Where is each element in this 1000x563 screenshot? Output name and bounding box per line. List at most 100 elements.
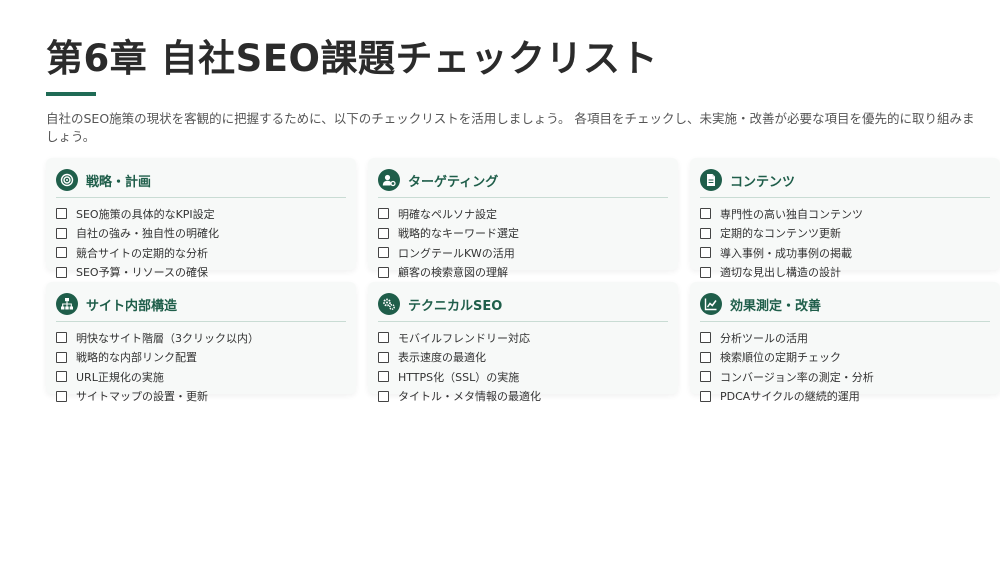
checklist-item-label: 自社の強み・独自性の明確化 [76,227,219,241]
card-header: 効果測定・改善 [700,292,990,322]
checklist-item[interactable]: 適切な見出し構造の設計 [700,263,990,283]
checklist-item[interactable]: タイトル・メタ情報の最適化 [378,387,668,407]
checklist-item-label: 専門性の高い独自コンテンツ [720,207,863,221]
checklist-item[interactable]: 検索順位の定期チェック [700,348,990,368]
checklist-item[interactable]: 明確なペルソナ設定 [378,204,668,224]
checklist-item[interactable]: HTTPS化（SSL）の実施 [378,367,668,387]
checklist: 明確なペルソナ設定 戦略的なキーワード選定 ロングテールKWの活用 顧客の検索意… [378,204,668,282]
checklist-item-label: 検索順位の定期チェック [720,351,841,365]
card-header: ターゲティング [378,168,668,198]
card-header: テクニカルSEO [378,292,668,322]
checklist-item-label: サイトマップの設置・更新 [76,390,208,404]
card-site-structure: サイト内部構造 明快なサイト階層（3クリック以内） 戦略的な内部リンク配置 UR… [46,282,356,403]
target-icon [56,169,78,191]
checklist-item[interactable]: コンバージョン率の測定・分析 [700,367,990,387]
card-header: コンテンツ [700,168,990,198]
checklist-item-label: タイトル・メタ情報の最適化 [398,390,541,404]
chart-line-icon [700,293,722,315]
checkbox[interactable] [378,208,389,220]
checklist-item-label: 顧客の検索意図の理解 [398,266,508,280]
checklist-item-label: SEO予算・リソースの確保 [76,266,209,280]
checkbox[interactable] [56,227,67,239]
document-icon [700,169,722,191]
checklist-item-label: コンバージョン率の測定・分析 [720,370,874,384]
checklist-item[interactable]: 自社の強み・独自性の明確化 [56,224,346,244]
title-underline [46,92,96,96]
checklist-item[interactable]: 専門性の高い独自コンテンツ [700,204,990,224]
checkbox[interactable] [700,247,711,259]
checkbox[interactable] [700,351,711,363]
checklist-item-label: PDCAサイクルの継続的運用 [720,390,860,404]
checklist-item-label: HTTPS化（SSL）の実施 [398,370,520,384]
checklist-item[interactable]: SEO予算・リソースの確保 [56,263,346,283]
checklist-item[interactable]: 戦略的な内部リンク配置 [56,348,346,368]
checkbox[interactable] [378,266,389,278]
checklist-item-label: モバイルフレンドリー対応 [398,331,530,345]
checklist-item[interactable]: サイトマップの設置・更新 [56,387,346,407]
checkbox[interactable] [378,390,389,402]
checklist-item[interactable]: 定期的なコンテンツ更新 [700,224,990,244]
checklist-item[interactable]: 分析ツールの活用 [700,328,990,348]
card-technical-seo: テクニカルSEO モバイルフレンドリー対応 表示速度の最適化 HTTPS化（SS… [368,282,678,403]
checklist-item-label: 戦略的なキーワード選定 [398,227,519,241]
checklist-item-label: 競合サイトの定期的な分析 [76,246,208,260]
checklist: 明快なサイト階層（3クリック以内） 戦略的な内部リンク配置 URL正規化の実施 … [56,328,346,406]
checklist-item-label: 導入事例・成功事例の掲載 [720,246,852,260]
checkbox[interactable] [378,371,389,383]
intro-text: 自社のSEO施策の現状を客観的に把握するために、以下のチェックリストを活用しまし… [46,111,975,144]
sitemap-icon [56,293,78,315]
checklist-grid: 戦略・計画 SEO施策の具体的なKPI設定 自社の強み・独自性の明確化 競合サイ… [46,158,1000,403]
page-title: 第6章 自社SEO課題チェックリスト [46,37,659,80]
checkbox[interactable] [56,247,67,259]
checklist: 分析ツールの活用 検索順位の定期チェック コンバージョン率の測定・分析 PDCA… [700,328,990,406]
checklist-item-label: URL正規化の実施 [76,370,164,384]
card-title: 戦略・計画 [86,174,152,190]
card-title: ターゲティング [408,174,499,190]
card-header: サイト内部構造 [56,292,346,322]
checkbox[interactable] [378,227,389,239]
checkbox[interactable] [700,390,711,402]
checkbox[interactable] [56,351,67,363]
card-measurement: 効果測定・改善 分析ツールの活用 検索順位の定期チェック コンバージョン率の測定… [690,282,1000,403]
checklist-item-label: 分析ツールの活用 [720,331,808,345]
checklist: 専門性の高い独自コンテンツ 定期的なコンテンツ更新 導入事例・成功事例の掲載 適… [700,204,990,282]
user-gear-icon [378,169,400,191]
checklist-item-label: SEO施策の具体的なKPI設定 [76,207,215,221]
checkbox[interactable] [700,371,711,383]
card-header: 戦略・計画 [56,168,346,198]
checklist-item-label: 戦略的な内部リンク配置 [76,351,197,365]
checkbox[interactable] [378,351,389,363]
checklist-item[interactable]: 導入事例・成功事例の掲載 [700,243,990,263]
checkbox[interactable] [56,371,67,383]
checklist-item-label: 明確なペルソナ設定 [398,207,497,221]
checkbox[interactable] [56,390,67,402]
checkbox[interactable] [56,332,67,344]
card-title: テクニカルSEO [408,298,503,314]
checklist-item-label: 明快なサイト階層（3クリック以内） [76,331,259,345]
checkbox[interactable] [378,332,389,344]
checklist-item[interactable]: PDCAサイクルの継続的運用 [700,387,990,407]
checklist-item[interactable]: 競合サイトの定期的な分析 [56,243,346,263]
checklist-item[interactable]: 表示速度の最適化 [378,348,668,368]
checkbox[interactable] [700,266,711,278]
card-targeting: ターゲティング 明確なペルソナ設定 戦略的なキーワード選定 ロングテールKWの活… [368,158,678,279]
checklist-item[interactable]: SEO施策の具体的なKPI設定 [56,204,346,224]
checklist-item-label: 表示速度の最適化 [398,351,486,365]
checkbox[interactable] [700,332,711,344]
checklist-item-label: 適切な見出し構造の設計 [720,266,841,280]
checklist-item[interactable]: ロングテールKWの活用 [378,243,668,263]
checkbox[interactable] [378,247,389,259]
card-title: 効果測定・改善 [730,298,822,314]
checklist-item[interactable]: URL正規化の実施 [56,367,346,387]
checklist-item[interactable]: モバイルフレンドリー対応 [378,328,668,348]
card-title: サイト内部構造 [86,298,178,314]
checklist-item[interactable]: 顧客の検索意図の理解 [378,263,668,283]
checklist-item[interactable]: 明快なサイト階層（3クリック以内） [56,328,346,348]
checklist-item-label: 定期的なコンテンツ更新 [720,227,841,241]
checkbox[interactable] [700,227,711,239]
checklist-item[interactable]: 戦略的なキーワード選定 [378,224,668,244]
checkbox[interactable] [56,208,67,220]
checkbox[interactable] [56,266,67,278]
card-strategy: 戦略・計画 SEO施策の具体的なKPI設定 自社の強み・独自性の明確化 競合サイ… [46,158,356,279]
checkbox[interactable] [700,208,711,220]
